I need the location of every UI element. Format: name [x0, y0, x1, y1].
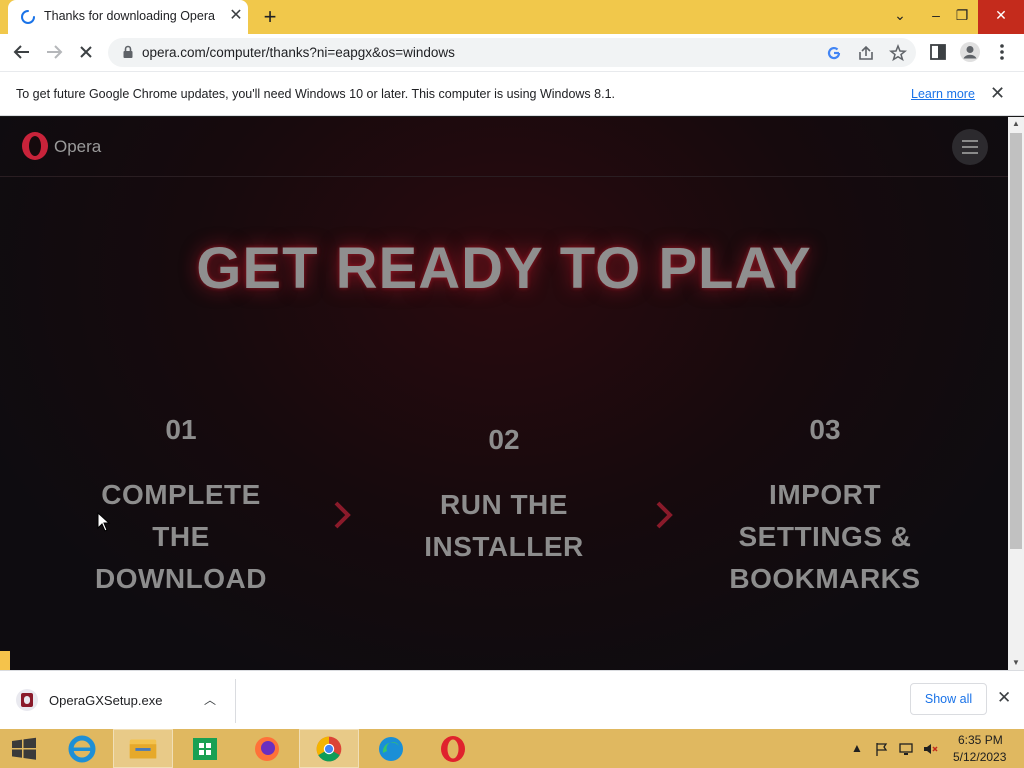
tray-overflow-chevron-icon[interactable]: ▲	[851, 741, 867, 757]
clock-time[interactable]: 6:35 PM	[958, 733, 1003, 747]
network-icon[interactable]	[898, 741, 914, 757]
step-label-line: COMPLETE	[101, 479, 261, 510]
step-1: 01 COMPLETE THE DOWNLOAD	[60, 414, 302, 600]
step-label-line: RUN THE	[440, 489, 568, 520]
step-label-line: IMPORT	[769, 479, 881, 510]
internet-explorer-icon[interactable]	[52, 729, 112, 768]
share-icon[interactable]	[856, 43, 876, 63]
stop-loading-icon[interactable]	[73, 39, 99, 65]
download-item[interactable]: OperaGXSetup.exe ︿	[8, 679, 236, 723]
lock-icon[interactable]	[121, 45, 135, 59]
side-panel-icon[interactable]	[926, 40, 950, 64]
google-lens-icon[interactable]	[824, 43, 844, 63]
installer-file-icon	[16, 689, 38, 711]
windows-taskbar: ▲ 6:35 PM 5/12/2023	[0, 729, 1024, 768]
file-explorer-icon[interactable]	[113, 729, 173, 768]
opera-logo-icon[interactable]	[20, 131, 50, 161]
site-header: Opera	[0, 117, 1008, 177]
more-menu-icon[interactable]	[990, 40, 1014, 64]
page-content: Opera GET READY TO PLAY 01 COMPLETE THE …	[0, 117, 1008, 670]
page-scrollbar[interactable]: ▲ ▼	[1008, 117, 1024, 670]
close-window-button[interactable]: ✕	[978, 0, 1024, 34]
store-icon[interactable]	[175, 729, 235, 768]
edge-icon[interactable]	[361, 729, 421, 768]
step-number: 02	[488, 424, 520, 455]
hero-headline: GET READY TO PLAY	[196, 236, 812, 301]
menu-line	[962, 152, 978, 154]
infobar-message: To get future Google Chrome updates, you…	[16, 87, 615, 101]
tab-close-icon[interactable]: ✕	[226, 6, 246, 26]
loading-spinner-icon	[21, 10, 35, 24]
step-label-line: DOWNLOAD	[95, 563, 267, 594]
close-shelf-icon[interactable]: ✕	[997, 688, 1011, 708]
tab-opera-thanks[interactable]: Thanks for downloading Opera ✕	[8, 0, 248, 34]
tab-title: Thanks for downloading Opera	[44, 9, 215, 23]
brand-name[interactable]: Opera	[54, 137, 101, 157]
scroll-up-arrow-icon[interactable]: ▲	[1008, 117, 1024, 131]
clock-date[interactable]: 5/12/2023	[953, 750, 1006, 764]
volume-muted-icon[interactable]	[922, 741, 938, 757]
update-infobar: To get future Google Chrome updates, you…	[0, 71, 1024, 116]
chevron-right-icon	[334, 501, 351, 529]
menu-line	[962, 140, 978, 142]
step-label-line: BOOKMARKS	[729, 563, 921, 594]
scrollbar-thumb[interactable]	[1010, 133, 1022, 549]
bookmark-star-icon[interactable]	[888, 43, 908, 63]
step-number: 03	[809, 414, 841, 445]
back-arrow-icon[interactable]	[9, 39, 35, 65]
restore-button[interactable]: ❐	[946, 0, 978, 34]
menu-line	[962, 146, 978, 148]
windows-start-icon[interactable]	[0, 729, 60, 768]
action-center-flag-icon[interactable]	[874, 741, 890, 757]
step-label-line: SETTINGS &	[738, 521, 912, 552]
tab-strip: Thanks for downloading Opera ✕ + ⌄ – ❐ ✕	[0, 0, 1024, 34]
forward-arrow-icon[interactable]	[41, 39, 67, 65]
step-number: 01	[165, 414, 197, 445]
url-text[interactable]: opera.com/computer/thanks?ni=eapgx&os=wi…	[142, 45, 455, 60]
profile-avatar-icon[interactable]	[958, 40, 982, 64]
download-shelf: OperaGXSetup.exe ︿ Show all ✕	[0, 670, 1024, 729]
step-3: 03 IMPORT SETTINGS & BOOKMARKS	[700, 414, 950, 600]
firefox-icon[interactable]	[237, 729, 297, 768]
download-file-name[interactable]: OperaGXSetup.exe	[49, 693, 162, 708]
hamburger-menu-button[interactable]	[952, 129, 988, 165]
show-all-button[interactable]: Show all	[910, 683, 987, 715]
feedback-side-tab[interactable]	[0, 651, 10, 670]
browser-toolbar: opera.com/computer/thanks?ni=eapgx&os=wi…	[0, 34, 1024, 71]
step-label-line: INSTALLER	[424, 531, 584, 562]
opera-taskbar-icon[interactable]	[423, 729, 483, 768]
address-bar[interactable]: opera.com/computer/thanks?ni=eapgx&os=wi…	[108, 38, 916, 67]
chevron-up-icon[interactable]: ︿	[204, 691, 216, 708]
chevron-right-icon	[656, 501, 673, 529]
step-2: 02 RUN THE INSTALLER	[383, 424, 625, 568]
infobar-close-icon[interactable]: ✕	[990, 83, 1005, 104]
learn-more-link[interactable]: Learn more	[911, 87, 975, 101]
tab-search-chevron-icon[interactable]: ⌄	[884, 0, 916, 34]
mouse-cursor-icon	[97, 512, 111, 532]
chrome-icon[interactable]	[299, 729, 359, 768]
scroll-down-arrow-icon[interactable]: ▼	[1008, 656, 1024, 670]
new-tab-button[interactable]: +	[258, 5, 282, 29]
